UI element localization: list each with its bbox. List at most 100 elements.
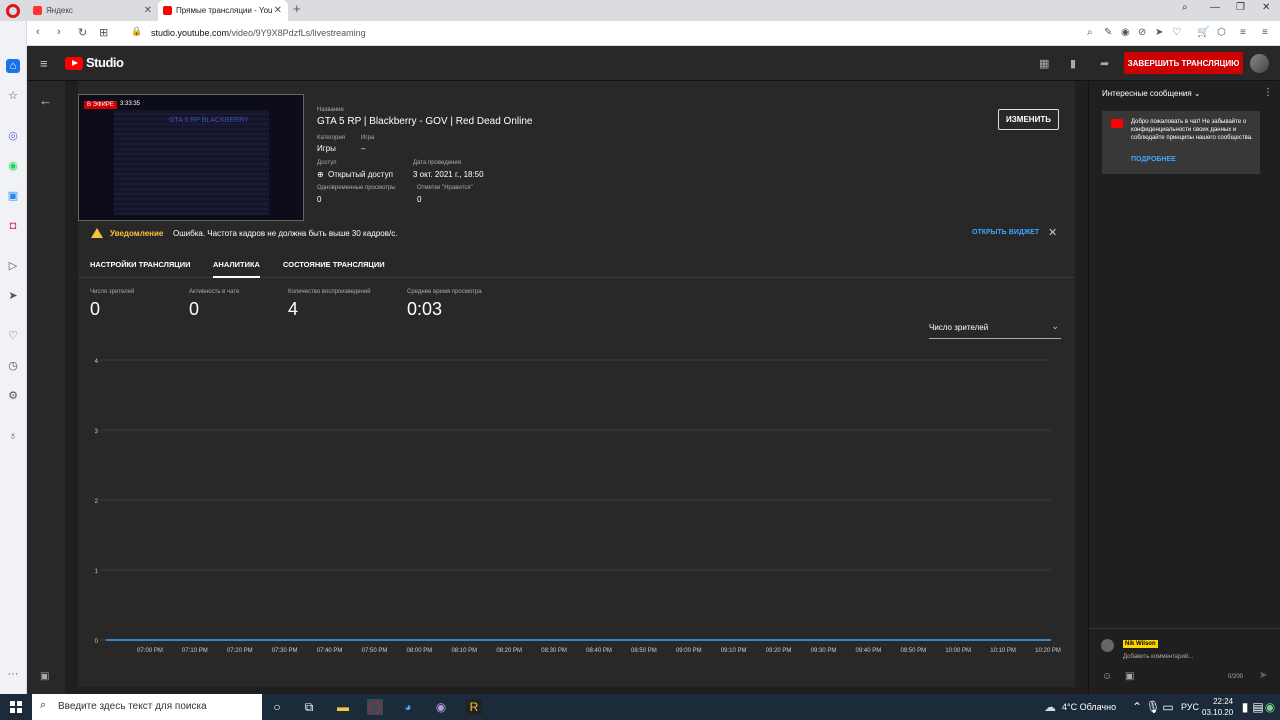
time: 22:24	[1213, 697, 1234, 706]
language-indicator[interactable]: РУС	[1181, 702, 1199, 712]
vk-icon[interactable]: ▣	[6, 189, 20, 203]
favorites-icon[interactable]: ♡	[6, 329, 20, 343]
search-icon[interactable]: ⌕	[1087, 27, 1093, 38]
data-point	[957, 639, 959, 641]
cortana-icon[interactable]: ○	[269, 699, 285, 715]
edit-button[interactable]: ИЗМЕНИТЬ	[998, 109, 1059, 130]
stream-tabs: НАСТРОЙКИ ТРАНСЛЯЦИИ АНАЛИТИКА СОСТОЯНИЕ…	[78, 251, 1075, 278]
avatar[interactable]	[1250, 54, 1269, 73]
reload-icon[interactable]: ↻	[78, 26, 87, 39]
minimize-icon[interactable]: —	[1210, 2, 1220, 13]
feedback-icon[interactable]: ▣	[40, 671, 49, 682]
microphone-icon[interactable]: 🎙	[1145, 699, 1161, 715]
url-field[interactable]: studio.youtube.com/video/9Y9X8PdzfLs/liv…	[151, 28, 366, 38]
super-chat-icon[interactable]: ▣	[1125, 671, 1134, 682]
opera-logo-icon[interactable]	[6, 4, 20, 18]
bookmark-icon[interactable]: ▮	[1070, 57, 1076, 70]
status-circle-icon[interactable]: ◉	[1262, 699, 1278, 715]
history-icon[interactable]: ◷	[6, 359, 20, 373]
edge-icon[interactable]: ◕	[400, 699, 416, 715]
x-tick-label: 07:10 PM	[182, 648, 208, 654]
back-arrow-icon[interactable]: ←	[39, 93, 52, 108]
edit-icon[interactable]: ✎	[1104, 27, 1112, 38]
close-warning-icon[interactable]: ✕	[1048, 226, 1057, 239]
hamburger-menu-icon[interactable]: ≡	[40, 56, 48, 71]
tab-yandex[interactable]: Яндекс ✕	[28, 0, 158, 21]
opera-taskbar-icon[interactable]: ◯	[367, 699, 383, 715]
chevron-up-icon[interactable]: ⌃	[1129, 699, 1145, 715]
lock-icon[interactable]: 🔒	[131, 26, 142, 37]
forward-icon[interactable]: ›	[57, 26, 61, 38]
new-tab-button[interactable]: +	[293, 1, 301, 16]
tab-stream-health[interactable]: СОСТОЯНИЕ ТРАНСЛЯЦИИ	[283, 260, 385, 278]
clock[interactable]: 22:24 03.10.20	[1202, 696, 1233, 718]
player-icon[interactable]: ▷	[6, 259, 20, 273]
open-widget-link[interactable]: ОТКРЫТЬ ВИДЖЕТ	[972, 229, 1039, 236]
messenger-icon[interactable]: ◎	[6, 129, 20, 143]
camera-icon[interactable]: ◉	[1121, 27, 1130, 38]
instagram-icon[interactable]: ◘	[6, 219, 20, 233]
metric-label: Активность в чате	[189, 289, 240, 295]
data-point	[732, 639, 735, 641]
send-icon[interactable]: ➤	[1259, 670, 1267, 681]
data-point	[643, 639, 645, 641]
learn-more-link[interactable]: ПОДРОБНЕЕ	[1131, 156, 1176, 163]
rockstar-icon[interactable]: R	[466, 699, 482, 715]
tab-close-icon[interactable]: ✕	[144, 0, 152, 21]
warning-text: Ошибка. Частота кадров не должна быть вы…	[173, 229, 398, 238]
tab-stream-settings[interactable]: НАСТРОЙКИ ТРАНСЛЯЦИИ	[90, 260, 191, 278]
tab-close-icon[interactable]: ✕	[274, 0, 282, 21]
data-point	[598, 639, 600, 641]
main-content: В ЭФИРЕ 3:33:35 GTA 5 RP BLACKBERRY Назв…	[65, 81, 1088, 694]
file-explorer-icon[interactable]: ▬	[335, 699, 351, 715]
menu-icon[interactable]: ≡	[1262, 27, 1268, 38]
send-icon[interactable]: ➤	[6, 289, 20, 303]
studio-header: ≡ Studio ▦ ▮ ➦ ЗАВЕРШИТЬ ТРАНСЛЯЦИЮ	[27, 46, 1280, 81]
cube-icon[interactable]: ⬡	[1217, 27, 1226, 38]
end-stream-button[interactable]: ЗАВЕРШИТЬ ТРАНСЛЯЦИЮ	[1124, 52, 1243, 74]
discord-icon[interactable]: ◉	[433, 699, 449, 715]
close-window-icon[interactable]: ✕	[1262, 2, 1270, 13]
taskbar-search[interactable]: ⌕ Введите здесь текст для поиска	[32, 694, 262, 720]
share-icon[interactable]: ➦	[1100, 57, 1109, 70]
vpn-icon[interactable]: ≡	[1240, 27, 1246, 38]
weather-text[interactable]: 4°C Облачно	[1062, 702, 1116, 712]
opera-sidebar: ⌂ ☆ ◎ ◉ ▣ ◘ ▷ ➤ ♡ ◷ ⚙ ♁ ···	[0, 21, 27, 694]
share-icon[interactable]: ➤	[1155, 27, 1163, 38]
home-icon[interactable]: ⌂	[6, 59, 20, 73]
back-icon[interactable]: ‹	[36, 26, 40, 38]
y-tick-label: 2	[95, 499, 99, 505]
stream-panel: В ЭФИРЕ 3:33:35 GTA 5 RP BLACKBERRY Назв…	[78, 81, 1075, 687]
studio-logo-text[interactable]: Studio	[86, 55, 124, 70]
emoji-icon[interactable]: ☺	[1102, 671, 1112, 682]
youtube-logo-icon[interactable]	[65, 57, 83, 70]
star-icon[interactable]: ☆	[6, 89, 20, 103]
tab-youtube-studio[interactable]: Прямые трансляции - You ✕	[158, 0, 288, 21]
x-tick-label: 10:10 PM	[990, 648, 1016, 654]
left-rail: ←	[27, 81, 65, 694]
search-tabs-icon[interactable]: ⌕	[1182, 2, 1188, 13]
more-icon[interactable]: ···	[6, 667, 20, 681]
chat-input[interactable]: Добавить комментарий...	[1123, 654, 1193, 660]
chat-mode-select[interactable]: Интересные сообщения ⌄	[1102, 89, 1201, 98]
battery-icon[interactable]: ▭	[1160, 699, 1176, 715]
restore-icon[interactable]: ❐	[1236, 2, 1245, 13]
stream-thumbnail[interactable]: В ЭФИРЕ 3:33:35 GTA 5 RP BLACKBERRY	[78, 94, 304, 221]
task-view-icon[interactable]: ⧉	[301, 699, 317, 715]
more-options-icon[interactable]: ⋮	[1263, 87, 1273, 98]
windows-start-icon[interactable]	[10, 701, 22, 713]
heart-icon[interactable]: ♡	[1172, 27, 1181, 38]
block-icon[interactable]: ⊘	[1138, 27, 1146, 38]
whatsapp-icon[interactable]: ◉	[6, 159, 20, 173]
cart-icon[interactable]: 🛒	[1197, 27, 1209, 38]
tab-analytics[interactable]: АНАЛИТИКА	[213, 260, 260, 278]
data-point	[373, 639, 376, 641]
viewers-chart: 0 1 2 3 4 07:00 PM 07:10 PM 07:20 PM 07:30 PM 07:…	[95, 359, 1061, 654]
settings-icon[interactable]: ⚙	[6, 389, 20, 403]
clapperboard-icon[interactable]: ▦	[1039, 57, 1049, 70]
x-tick-label: 09:00 PM	[676, 648, 702, 654]
speed-dial-icon[interactable]: ⊞	[99, 26, 108, 39]
metric-select-dropdown[interactable]: Число зрителей ⌄	[929, 321, 1061, 339]
bulb-icon[interactable]: ♁	[6, 429, 20, 443]
x-tick-label: 09:20 PM	[766, 648, 792, 654]
